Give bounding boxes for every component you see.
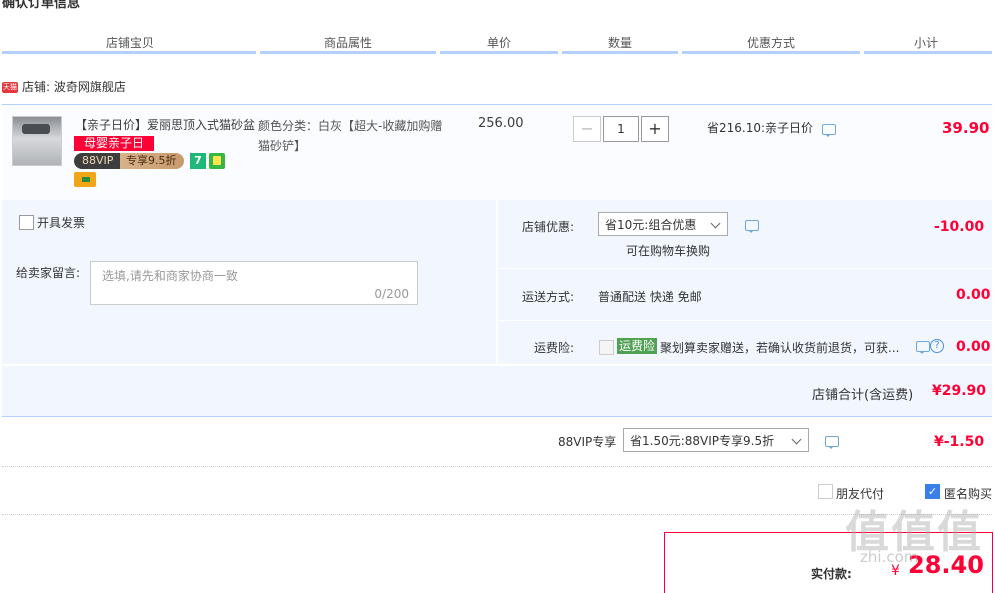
chevron-down-icon	[710, 218, 721, 229]
shop-discount-note: 可在购物车换购	[626, 244, 711, 258]
unit-price: 256.00	[478, 116, 524, 131]
table-header: 店铺宝贝 商品属性 单价 数量 优惠方式 小计	[2, 30, 992, 54]
vip-discount-value: 省1.50元:88VIP专享9.5折	[630, 434, 775, 448]
column-header: 优惠方式	[747, 36, 796, 50]
shop-discount-select[interactable]: 省10元:组合优惠	[598, 212, 728, 236]
column-underline	[864, 51, 992, 54]
shop-discount-label: 店铺优惠:	[522, 220, 575, 234]
shop-total-label: 店铺合计(含运费)	[812, 388, 914, 403]
payment-label: 实付款:	[811, 567, 852, 581]
help-icon[interactable]: ?	[930, 339, 944, 353]
chat-icon[interactable]	[916, 341, 930, 354]
chat-icon[interactable]	[822, 124, 836, 137]
column-header: 商品属性	[324, 36, 373, 50]
payment-options-row: 朋友代付 ✓ 匿名购买	[2, 468, 992, 515]
panel-divider	[496, 200, 498, 364]
column-underline	[682, 51, 860, 54]
tmall-icon: 天猫	[2, 82, 18, 93]
product-attributes: 颜色分类：白灰【超大-收藏加购赠猫砂铲】	[258, 119, 443, 153]
insurance-tag: 运费险	[617, 338, 658, 354]
chat-icon[interactable]	[745, 220, 759, 233]
vip-discount-amount: ¥-1.50	[934, 434, 985, 450]
vip-discount-row: 88VIP专享 省1.50元:88VIP专享9.5折 ¥-1.50	[2, 418, 992, 467]
page-title: 确认订单信息	[2, 0, 81, 11]
column-underline	[440, 51, 558, 54]
shop-row: 天猫 店铺: 波奇网旗舰店	[2, 78, 126, 98]
panel-divider	[498, 268, 992, 269]
shop-discount-value: 省10元:组合优惠	[605, 218, 697, 232]
memo-label: 给卖家留言:	[16, 266, 81, 280]
shop-total-row: 店铺合计(含运费) ¥29.90	[2, 366, 992, 417]
item-subtotal: 39.90	[942, 119, 990, 137]
insurance-label: 运费险:	[534, 341, 575, 355]
shipping-value: 普通配送 快递 免邮	[598, 290, 702, 304]
column-header: 店铺宝贝	[106, 36, 155, 50]
vip-badge: 88VIP 专享9.5折	[74, 153, 184, 169]
insurance-text: 聚划算卖家赠送，若确认收货前退货，可获...	[660, 341, 900, 355]
invoice-checkbox[interactable]	[19, 215, 34, 230]
gift-icon	[209, 153, 225, 169]
shop-label: 店铺:	[22, 80, 51, 94]
item-discount: 省216.10:亲子日价	[707, 121, 814, 135]
credit-card-icon	[74, 172, 96, 187]
column-underline	[260, 51, 436, 54]
vip-badge-left: 88VIP	[82, 154, 114, 167]
chat-icon[interactable]	[825, 436, 839, 449]
vip-badge-right: 专享9.5折	[126, 154, 177, 167]
insurance-amount: 0.00	[956, 339, 991, 355]
memo-counter: 0/200	[374, 287, 409, 301]
invoice-label: 开具发票	[37, 216, 86, 230]
column-underline	[2, 51, 256, 54]
product-title-link[interactable]: 【亲子日价】爱丽思顶入式猫砂盆	[75, 116, 255, 133]
vip-label: 88VIP专享	[558, 435, 617, 449]
column-header: 单价	[487, 36, 512, 50]
column-header: 数量	[608, 36, 633, 50]
shop-discount-amount: -10.00	[934, 219, 985, 235]
shipping-amount: 0.00	[956, 287, 991, 303]
product-thumbnail-detail	[22, 124, 50, 134]
friend-pay-checkbox[interactable]	[818, 484, 833, 499]
shop-total-amount: ¥29.90	[932, 383, 987, 399]
shop-name-link[interactable]: 波奇网旗舰店	[54, 80, 126, 94]
shipping-label: 运送方式:	[522, 290, 575, 304]
quantity-plus-button[interactable]: +	[641, 116, 669, 142]
seller-memo-input[interactable]: 选填,请先和商家协商一致 0/200	[90, 261, 418, 305]
column-header: 小计	[914, 36, 939, 50]
event-badge: 母婴亲子日	[74, 136, 155, 151]
quantity-input[interactable]: 1	[603, 116, 639, 142]
column-underline	[562, 51, 678, 54]
panel-divider	[498, 320, 992, 321]
insurance-checkbox	[599, 340, 614, 355]
vip-discount-select[interactable]: 省1.50元:88VIP专享9.5折	[623, 428, 809, 452]
seven-day-return-icon: 7	[190, 153, 206, 169]
chevron-down-icon	[791, 434, 802, 445]
memo-placeholder: 选填,请先和商家协商一致	[102, 269, 238, 283]
site-watermark-url: zhi.com	[860, 548, 919, 566]
quantity-minus-button[interactable]: −	[573, 116, 601, 142]
